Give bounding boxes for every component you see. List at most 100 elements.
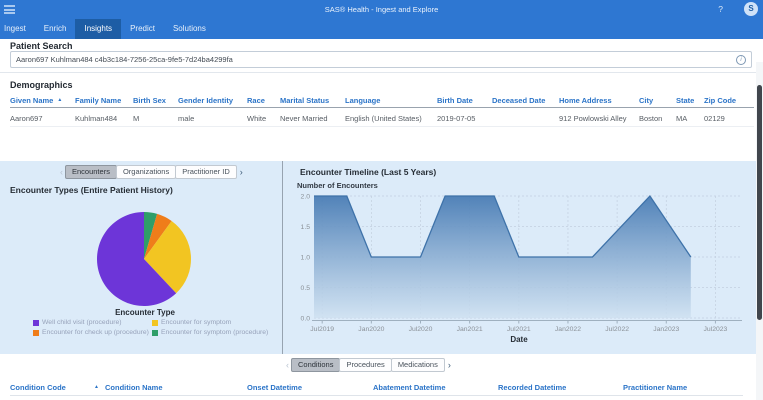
column-header-recorded-datetime[interactable]: Recorded Datetime [498,383,623,392]
conditions-header-row: Condition Code▲Condition Name Onset Datet… [10,383,743,396]
timeline-area-fill [314,196,691,318]
detail-tab-conditions[interactable]: Conditions [291,358,340,372]
table-cell-birth-date: 2019-07-05 [437,114,492,123]
x-tick-label: Jul2020 [409,326,433,333]
y-tick-label: 0.5 [301,285,311,292]
timeline-y-axis-title: Number of Encounters [297,181,378,190]
detail-tab-procedures[interactable]: Procedures [339,358,391,372]
x-tick-label: Jul2022 [605,326,629,333]
app-window: SAS® Health - Ingest and Explore ? S Ing… [0,0,763,400]
column-header-deceased-date[interactable]: Deceased Date [492,96,559,105]
sort-ascending-icon: ▲ [94,385,99,390]
column-header-onset-datetime[interactable]: Onset Datetime [247,383,373,392]
column-header-given-name[interactable]: Given Name▲ [10,96,75,105]
legend-item-encounter-for-symptom: Encounter for symptom [152,319,268,326]
help-icon[interactable]: ? [718,0,723,19]
column-header-home-address[interactable]: Home Address [559,96,639,105]
column-header-label: Recorded Datetime [498,383,566,392]
encounter-types-pie[interactable] [96,211,192,307]
user-avatar[interactable]: S [744,2,758,16]
legend-label: Encounter for symptom [161,319,231,326]
column-header-label: Practitioner Name [623,383,687,392]
x-tick-label: Jan2023 [653,326,679,333]
column-header-state[interactable]: State [676,96,704,105]
y-tick-label: 0.0 [301,315,311,322]
column-header-label: Deceased Date [492,96,545,105]
patient-search-input[interactable] [11,55,736,64]
timeline-chart-title: Encounter Timeline (Last 5 Years) [300,167,436,177]
detail-next-icon[interactable]: › [445,359,454,372]
x-tick-label: Jan2021 [457,326,483,333]
x-tick-label: Jul2021 [507,326,531,333]
encounter-tab-organizations[interactable]: Organizations [116,165,176,179]
column-header-label: Onset Datetime [247,383,302,392]
pie-chart-title: Encounter Types (Entire Patient History) [10,185,173,195]
encounter-tab-encounters[interactable]: Encounters [65,165,117,179]
column-header-family-name[interactable]: Family Name [75,96,133,105]
table-cell-marital-status: Never Married [280,114,345,123]
detail-tab-medications[interactable]: Medications [391,358,445,372]
column-header-practitioner-name[interactable]: Practitioner Name [623,383,743,392]
column-header-label: Birth Date [437,96,473,105]
column-header-label: Zip Code [704,96,736,105]
legend-swatch-icon [33,330,39,336]
encounter-next-icon[interactable]: › [237,166,246,179]
nav-item-insights[interactable]: Insights [75,19,121,39]
nav-item-predict[interactable]: Predict [121,19,164,39]
top-app-bar: SAS® Health - Ingest and Explore ? S [0,0,763,19]
column-header-abatement-datetime[interactable]: Abatement Datetime [373,383,498,392]
encounter-tabstrip: ‹EncountersOrganizationsPractitioner ID› [57,165,246,179]
legend-swatch-icon [33,320,39,326]
info-icon[interactable]: i [736,55,746,65]
detail-tabstrip: ‹ConditionsProceduresMedications› [283,358,454,372]
nav-item-solutions[interactable]: Solutions [164,19,215,39]
conditions-section: ‹ConditionsProceduresMedications› Condit… [0,354,756,400]
table-cell-city: Boston [639,114,676,123]
encounter-timeline-chart[interactable]: Jul2019 Jan2020 Jul2020 Jan2021 Jul2021 Jan20… [288,190,750,342]
column-header-marital-status[interactable]: Marital Status [280,96,345,105]
section-divider [0,72,763,73]
nav-item-ingest[interactable]: Ingest [0,19,35,39]
encounter-tab-practitioner-id[interactable]: Practitioner ID [175,165,237,179]
panel-divider [282,161,283,354]
legend-item-encounter-for-check-up-procedure: Encounter for check up (procedure) [33,329,152,336]
table-cell-birth-sex: M [133,114,178,123]
column-header-label: Condition Name [105,383,163,392]
column-header-race[interactable]: Race [247,96,280,105]
legend-swatch-icon [152,330,158,336]
column-header-zip-code[interactable]: Zip Code [704,96,754,105]
table-cell-home-address: 912 Powlowski Alley [559,114,639,123]
page-scrollbar-thumb[interactable] [757,85,762,320]
column-header-condition-name[interactable]: Condition Name [105,383,247,392]
column-header-label: City [639,96,653,105]
patient-search-label: Patient Search [10,41,73,51]
column-header-birth-date[interactable]: Birth Date [437,96,492,105]
timeline-x-axis-title: Date [288,335,750,344]
column-header-label: Marital Status [280,96,329,105]
column-header-label: Birth Sex [133,96,166,105]
table-cell-state: MA [676,114,704,123]
table-cell-zip-code: 02129 [704,114,754,123]
table-cell-family-name: Kuhlman484 [75,114,133,123]
table-cell-deceased-date [492,114,559,123]
x-tick-label: Jan2020 [358,326,384,333]
x-tick-label: Jul2019 [310,326,334,333]
pie-legend: Well child visit (procedure) Encounter fo… [33,319,268,336]
table-cell-given-name: Aaron697 [10,114,75,123]
column-header-label: Gender Identity [178,96,233,105]
legend-swatch-icon [152,320,158,326]
column-header-condition-code[interactable]: Condition Code▲ [10,383,105,392]
legend-label: Well child visit (procedure) [42,319,122,326]
x-tick-label: Jan2022 [555,326,581,333]
legend-item-well-child-visit-procedure: Well child visit (procedure) [33,319,152,326]
column-header-birth-sex[interactable]: Birth Sex [133,96,178,105]
app-title: SAS® Health - Ingest and Explore [0,0,763,19]
y-tick-label: 1.5 [301,224,311,231]
column-header-gender-identity[interactable]: Gender Identity [178,96,247,105]
column-header-language[interactable]: Language [345,96,437,105]
column-header-city[interactable]: City [639,96,676,105]
table-cell-language: English (United States) [345,114,437,123]
column-header-label: Abatement Datetime [373,383,446,392]
nav-item-enrich[interactable]: Enrich [35,19,76,39]
x-tick-label: Jul2023 [704,326,728,333]
